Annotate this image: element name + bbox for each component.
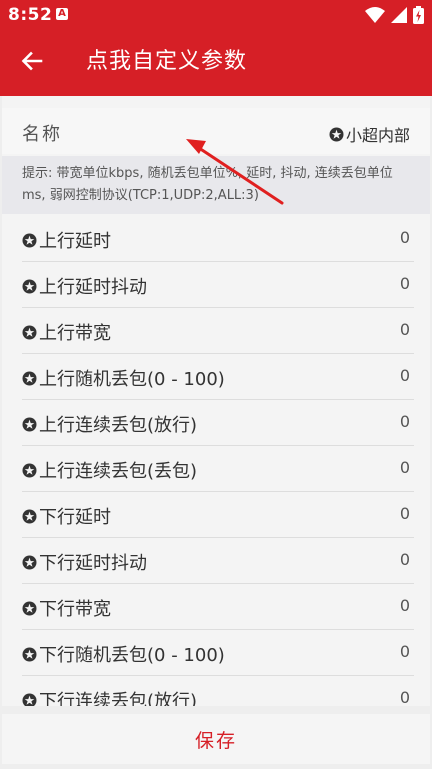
param-value[interactable]: 0	[400, 688, 410, 706]
param-label: 上行连续丢包(丢包)	[39, 461, 198, 482]
param-label: 上行随机丢包(0 - 100)	[39, 369, 225, 390]
param-label-group: 上行随机丢包(0 - 100)	[22, 365, 225, 391]
param-value[interactable]: 0	[400, 642, 410, 661]
star-badge-icon	[22, 371, 37, 386]
param-value[interactable]: 0	[400, 320, 410, 339]
param-label: 上行带宽	[39, 323, 111, 344]
param-value[interactable]: 0	[400, 274, 410, 293]
param-label: 下行带宽	[39, 599, 111, 620]
star-badge-icon	[22, 417, 37, 432]
page-title: 点我自定义参数	[86, 49, 248, 74]
param-row[interactable]: 上行延时 0	[22, 216, 414, 262]
notification-icon: A	[56, 8, 68, 20]
hint-box: 提示: 带宽单位kbps, 随机丢包单位%, 延时, 抖动, 连续丢包单位ms,…	[2, 156, 430, 214]
param-row[interactable]: 上行随机丢包(0 - 100) 0	[22, 354, 414, 400]
param-list: 上行延时 0 上行延时抖动 0 上行带宽 0 上行随机丢包(0 - 100) 0 上行连续丢包(…	[2, 216, 430, 706]
name-value-group[interactable]: 小超内部	[329, 122, 410, 146]
param-label-group: 下行随机丢包(0 - 100)	[22, 641, 225, 667]
star-badge-icon	[22, 509, 37, 524]
name-value: 小超内部	[345, 126, 410, 145]
param-label-group: 上行延时抖动	[22, 273, 147, 299]
param-row[interactable]: 上行带宽 0	[22, 308, 414, 354]
param-value[interactable]: 0	[400, 504, 410, 523]
back-button[interactable]	[14, 45, 50, 81]
star-badge-icon	[329, 127, 344, 142]
star-badge-icon	[22, 601, 37, 616]
param-value[interactable]: 0	[400, 228, 410, 247]
param-row[interactable]: 下行连续丢包(放行) 0	[22, 676, 414, 706]
param-label-group: 下行连续丢包(放行)	[22, 687, 197, 706]
param-row[interactable]: 下行带宽 0	[22, 584, 414, 630]
app-bar: 点我自定义参数	[0, 30, 432, 96]
param-row[interactable]: 上行连续丢包(放行) 0	[22, 400, 414, 446]
param-value[interactable]: 0	[400, 412, 410, 431]
param-label: 下行随机丢包(0 - 100)	[39, 645, 225, 666]
bottom-bar: 保存	[0, 706, 432, 769]
star-badge-icon	[22, 233, 37, 248]
status-time: 8:52	[8, 5, 53, 25]
param-label-group: 上行连续丢包(放行)	[22, 411, 197, 437]
param-label: 下行延时抖动	[39, 553, 147, 574]
param-label-group: 上行延时	[22, 227, 111, 253]
status-bar: 8:52 A	[0, 0, 432, 30]
star-badge-icon	[22, 647, 37, 662]
param-label: 上行连续丢包(放行)	[39, 415, 198, 436]
name-field-row[interactable]: 名称 小超内部	[2, 108, 430, 154]
star-badge-icon	[22, 555, 37, 570]
param-label-group: 上行连续丢包(丢包)	[22, 457, 197, 483]
name-label: 名称	[22, 124, 62, 145]
param-label-group: 下行带宽	[22, 595, 111, 621]
param-label-group: 下行延时	[22, 503, 111, 529]
param-row[interactable]: 下行延时抖动 0	[22, 538, 414, 584]
param-label: 下行延时	[39, 507, 111, 528]
param-label-group: 下行延时抖动	[22, 549, 147, 575]
star-badge-icon	[22, 463, 37, 478]
param-value[interactable]: 0	[400, 550, 410, 569]
battery-charging-icon	[413, 6, 424, 24]
star-badge-icon	[22, 325, 37, 340]
arrow-left-icon	[21, 50, 43, 76]
param-row[interactable]: 下行随机丢包(0 - 100) 0	[22, 630, 414, 676]
param-label: 上行延时	[39, 231, 111, 252]
star-badge-icon	[22, 279, 37, 294]
save-button[interactable]: 保存	[2, 714, 430, 764]
wifi-icon	[365, 7, 385, 23]
param-value[interactable]: 0	[400, 366, 410, 385]
signal-icon	[391, 7, 407, 23]
status-icons	[365, 6, 424, 24]
param-label: 下行连续丢包(放行)	[39, 691, 198, 706]
content-area: 名称 小超内部 提示: 带宽单位kbps, 随机丢包单位%, 延时, 抖动, 连…	[2, 96, 430, 706]
param-value[interactable]: 0	[400, 596, 410, 615]
param-label: 上行延时抖动	[39, 277, 147, 298]
param-row[interactable]: 上行连续丢包(丢包) 0	[22, 446, 414, 492]
param-row[interactable]: 下行延时 0	[22, 492, 414, 538]
app-screen: 8:52 A 点我自定义参数 名称 小超内部 提示: 带宽单位kbps, 随机丢…	[0, 0, 432, 769]
hint-text: 提示: 带宽单位kbps, 随机丢包单位%, 延时, 抖动, 连续丢包单位ms,…	[22, 166, 393, 203]
param-label-group: 上行带宽	[22, 319, 111, 345]
star-badge-icon	[22, 693, 37, 706]
param-value[interactable]: 0	[400, 458, 410, 477]
param-row[interactable]: 上行延时抖动 0	[22, 262, 414, 308]
